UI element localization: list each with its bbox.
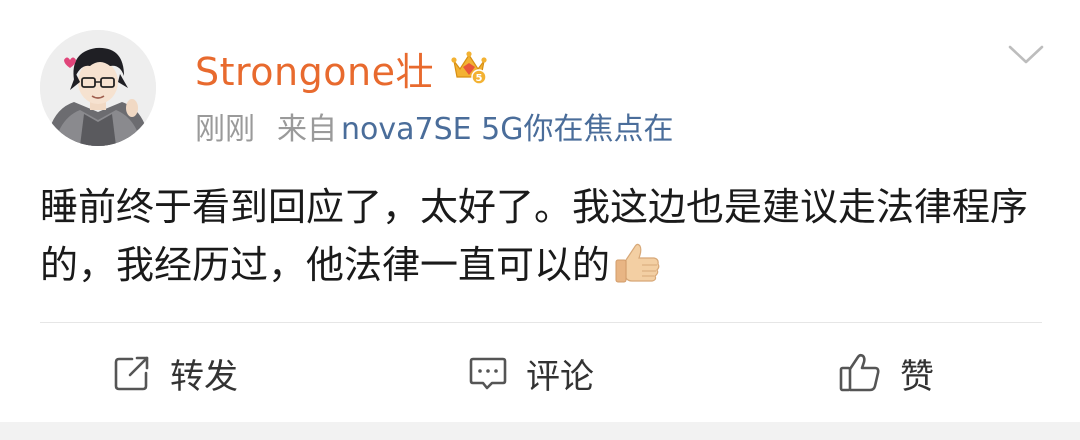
repost-icon — [112, 353, 152, 393]
source-prefix: 来自 — [277, 112, 337, 147]
divider — [40, 322, 1042, 323]
author-name[interactable]: Strongone壮 — [195, 41, 434, 96]
post-meta: 刚刚 来自 nova7SE 5G你在焦点在 — [195, 104, 673, 148]
thumbs-up-outline-icon — [838, 353, 882, 393]
like-button[interactable]: 赞 — [838, 340, 934, 406]
post-time: 刚刚 — [195, 112, 255, 147]
svg-text:5: 5 — [476, 73, 483, 84]
weibo-post-card: Strongone壮 5 刚刚 来自 nova7SE 5G你在焦点在 睡前终于看… — [0, 0, 1080, 422]
vip-crown-badge-icon[interactable]: 5 — [448, 47, 490, 89]
card-separator — [0, 422, 1080, 440]
comment-label: 评论 — [526, 356, 594, 397]
comment-icon — [468, 353, 508, 393]
post-text: 睡前终于看到回应了，太好了。我这边也是建议走法律程序的，我经历过，他法律一直可以… — [40, 185, 1029, 287]
like-label: 赞 — [900, 356, 934, 397]
avatar[interactable] — [40, 30, 156, 146]
repost-button[interactable]: 转发 — [112, 340, 238, 406]
repost-label: 转发 — [170, 356, 238, 397]
source-device-link[interactable]: nova7SE 5G你在焦点在 — [341, 104, 673, 148]
chevron-down-icon[interactable] — [1006, 42, 1046, 68]
thumbs-up-icon — [612, 240, 662, 286]
avatar-illustration — [40, 30, 156, 146]
action-bar: 转发 评论 赞 — [0, 340, 1080, 406]
post-content: 睡前终于看到回应了，太好了。我这边也是建议走法律程序的，我经历过，他法律一直可以… — [40, 178, 1050, 294]
comment-button[interactable]: 评论 — [468, 340, 594, 406]
author-row: Strongone壮 5 — [195, 40, 490, 96]
